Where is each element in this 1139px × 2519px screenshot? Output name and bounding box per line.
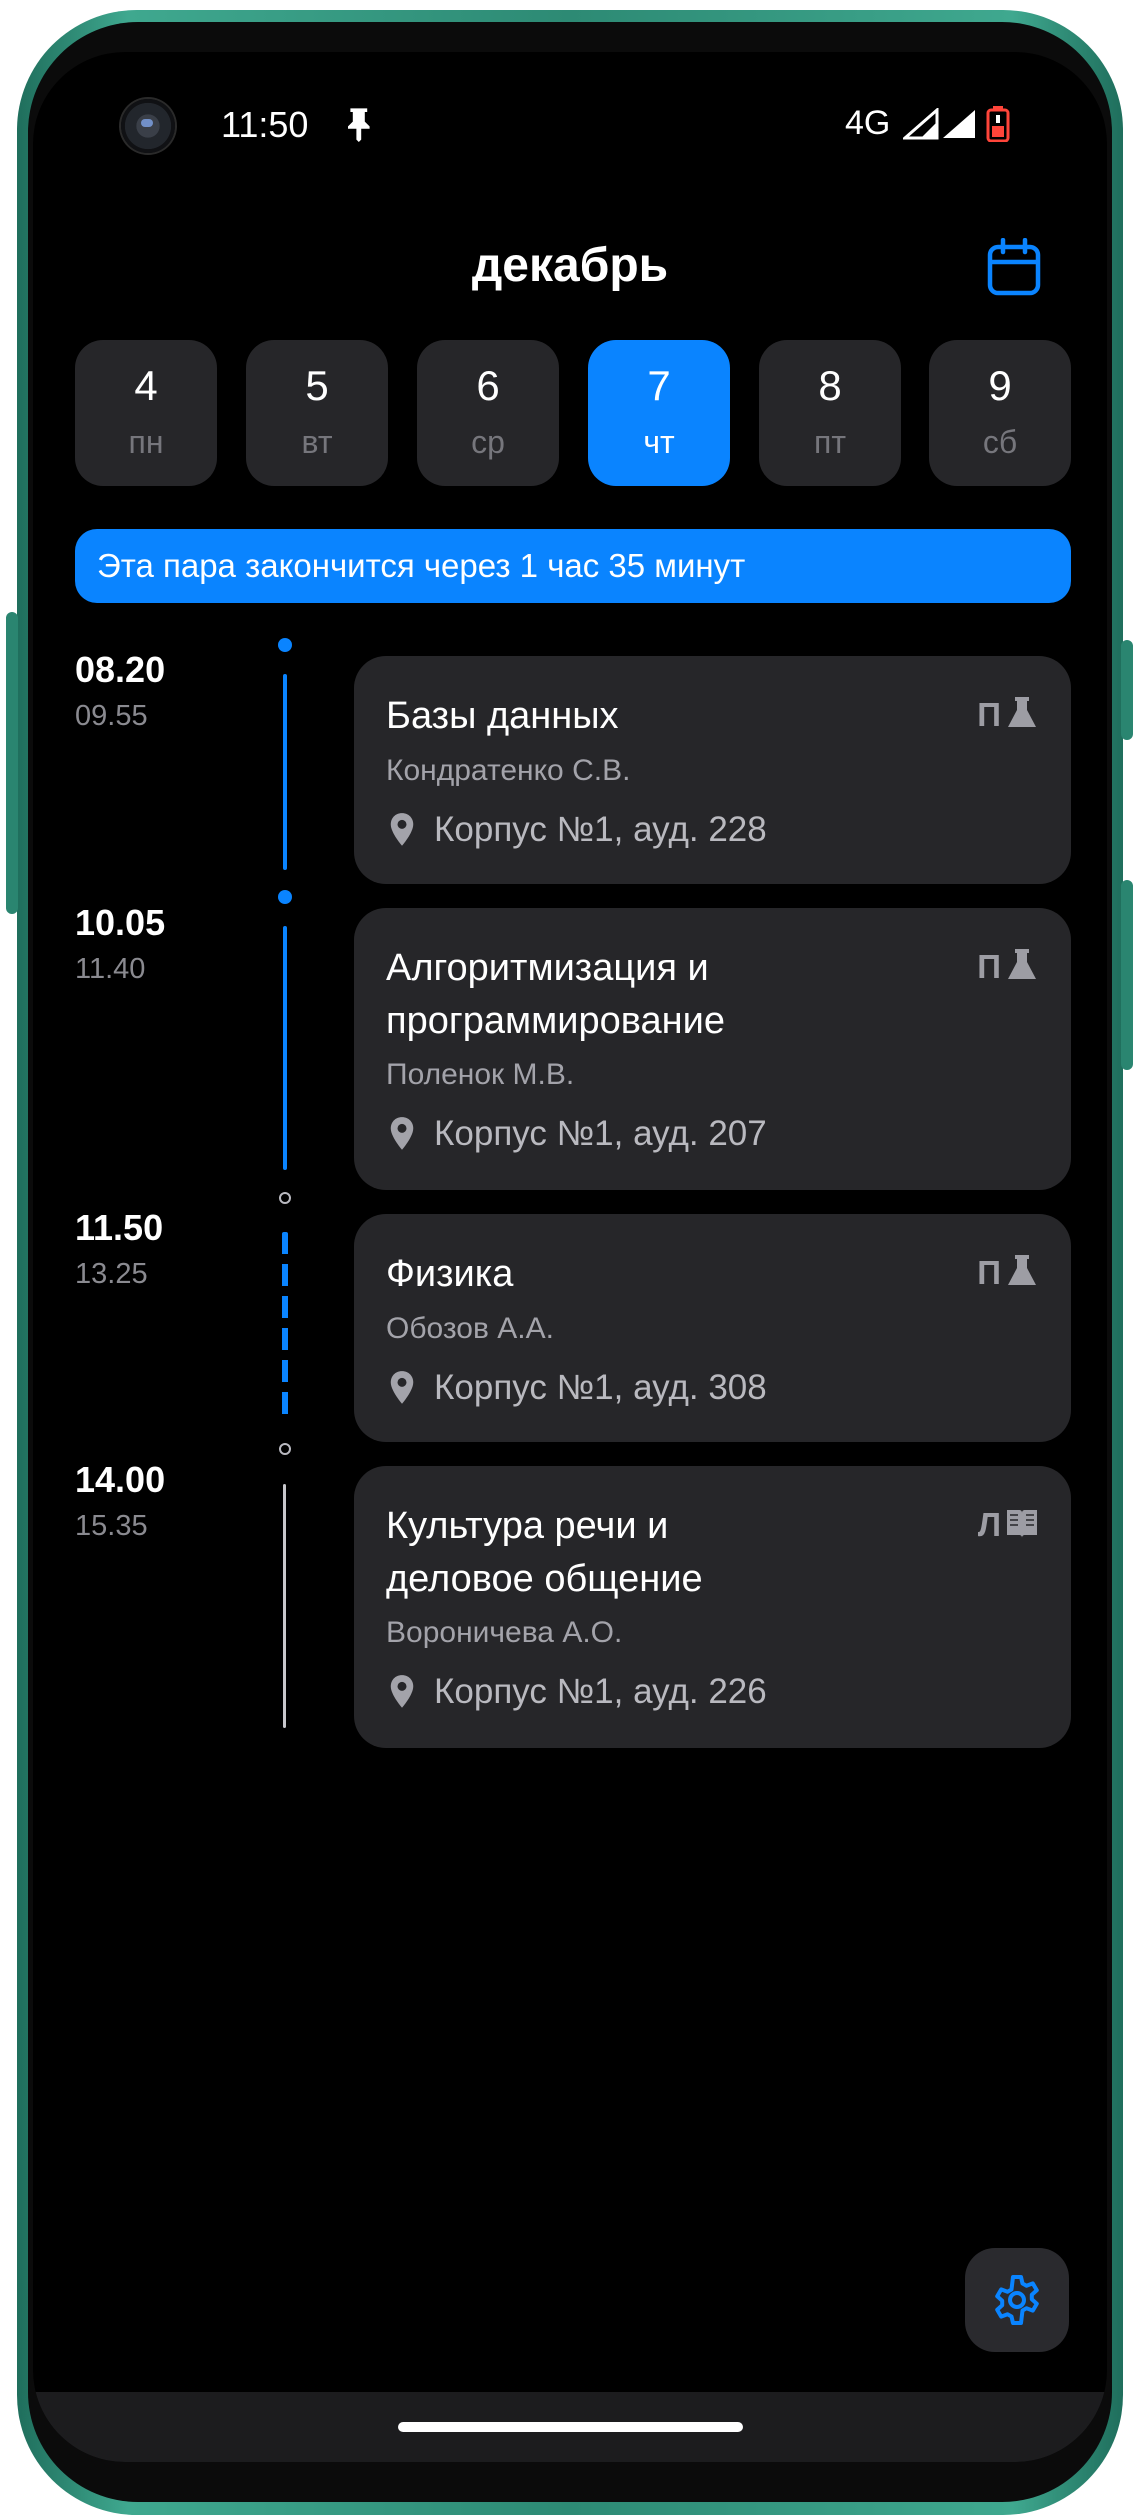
- timeline-line: [283, 674, 287, 870]
- lesson-title: Алгоритмизация и программирование: [386, 947, 725, 1042]
- lesson-start-time: 14.00: [75, 1459, 166, 1500]
- lesson-type: П: [977, 1254, 1001, 1291]
- day-number: 5: [305, 362, 329, 409]
- lesson-end-time: 09.55: [75, 700, 148, 732]
- signal-icon: [943, 110, 975, 138]
- lesson-card[interactable]: Алгоритмизация и программирование Полено…: [354, 908, 1071, 1190]
- day-number: 4: [134, 362, 158, 409]
- day-weekday: вт: [301, 424, 333, 460]
- lesson-teacher: Обозов А.А.: [386, 1312, 554, 1345]
- front-camera: [121, 99, 175, 153]
- day-weekday: пн: [128, 424, 164, 460]
- settings-button[interactable]: [965, 2248, 1069, 2352]
- timeline-line-current: [282, 1232, 288, 1418]
- side-button: [1121, 880, 1133, 1070]
- lesson-start-time: 08.20: [75, 649, 166, 690]
- home-indicator[interactable]: [398, 2422, 743, 2432]
- timeline-line: [283, 926, 287, 1170]
- side-button: [1121, 640, 1133, 740]
- lesson-start-time: 11.50: [75, 1207, 164, 1248]
- lesson-teacher: Кондратенко С.В.: [386, 754, 631, 787]
- lesson-type: П: [977, 696, 1001, 733]
- month-title: декабрь: [471, 239, 669, 292]
- lesson-teacher: Поленок М.В.: [386, 1058, 575, 1091]
- lesson-card[interactable]: Физика Обозов А.А. Корпус №1, ауд. 308 П: [354, 1214, 1071, 1442]
- day-weekday: ср: [471, 424, 505, 460]
- book-icon: [1007, 1510, 1037, 1538]
- lesson-card[interactable]: Базы данных Кондратенко С.В. Корпус №1, …: [354, 656, 1071, 884]
- status-time: 11:50: [221, 104, 309, 145]
- lesson-end-time: 15.35: [75, 1510, 148, 1542]
- day-weekday: сб: [982, 424, 1018, 460]
- lesson-title: Физика: [386, 1253, 514, 1295]
- timeline-dot: [278, 890, 292, 904]
- location-pin-icon: [390, 1117, 414, 1150]
- side-button: [6, 612, 18, 914]
- flask-icon: [1008, 697, 1036, 727]
- timeline-line: [283, 1484, 286, 1728]
- day-number: 9: [988, 362, 1012, 409]
- timeline-dot: [278, 638, 292, 652]
- calendar-icon[interactable]: [984, 238, 1044, 298]
- pin-icon: [348, 108, 370, 142]
- day-chip-wed[interactable]: 6 ср: [417, 340, 559, 486]
- current-lesson-banner: Эта пара закончится через 1 час 35 минут: [75, 529, 1071, 603]
- lesson-location: Корпус №1, ауд. 228: [434, 810, 767, 849]
- lesson-title: Культура речи и деловое общение: [386, 1505, 703, 1600]
- day-weekday: чт: [643, 424, 675, 460]
- app-screen: 11:50 4G декабрь 4 пн 5 вт 6 ср 7 чт 8 п…: [33, 52, 1107, 2462]
- lesson-location: Корпус №1, ауд. 308: [434, 1368, 767, 1407]
- timeline-dot: [279, 1443, 291, 1455]
- lesson-type: Л: [977, 1506, 1001, 1543]
- flask-icon: [1008, 949, 1036, 979]
- day-chip-thu-selected[interactable]: 7 чт: [588, 340, 730, 486]
- day-number: 8: [818, 362, 842, 409]
- lesson-end-time: 13.25: [75, 1258, 148, 1290]
- day-chip-fri[interactable]: 8 пт: [759, 340, 901, 486]
- day-weekday: пт: [814, 424, 846, 460]
- signal-icon: [903, 108, 939, 140]
- location-pin-icon: [390, 813, 414, 846]
- timeline-dot: [279, 1192, 291, 1204]
- lesson-start-time: 10.05: [75, 902, 166, 943]
- network-type: 4G: [845, 104, 891, 142]
- battery-icon: [986, 106, 1010, 142]
- gear-icon: [995, 2275, 1039, 2325]
- lesson-end-time: 11.40: [75, 953, 146, 985]
- lesson-title: Базы данных: [386, 695, 619, 737]
- day-chip-sat[interactable]: 9 сб: [929, 340, 1071, 486]
- lesson-type: П: [977, 948, 1001, 985]
- lesson-card[interactable]: Культура речи и деловое общение Ворониче…: [354, 1466, 1071, 1748]
- lesson-location: Корпус №1, ауд. 226: [434, 1672, 767, 1711]
- lesson-teacher: Вороничева А.О.: [386, 1616, 623, 1649]
- day-number: 7: [647, 362, 671, 409]
- day-chip-mon[interactable]: 4 пн: [75, 340, 217, 486]
- flask-icon: [1008, 1255, 1036, 1285]
- day-chip-tue[interactable]: 5 вт: [246, 340, 388, 486]
- location-pin-icon: [390, 1675, 414, 1708]
- day-number: 6: [476, 362, 500, 409]
- lesson-location: Корпус №1, ауд. 207: [434, 1114, 767, 1153]
- location-pin-icon: [390, 1371, 414, 1404]
